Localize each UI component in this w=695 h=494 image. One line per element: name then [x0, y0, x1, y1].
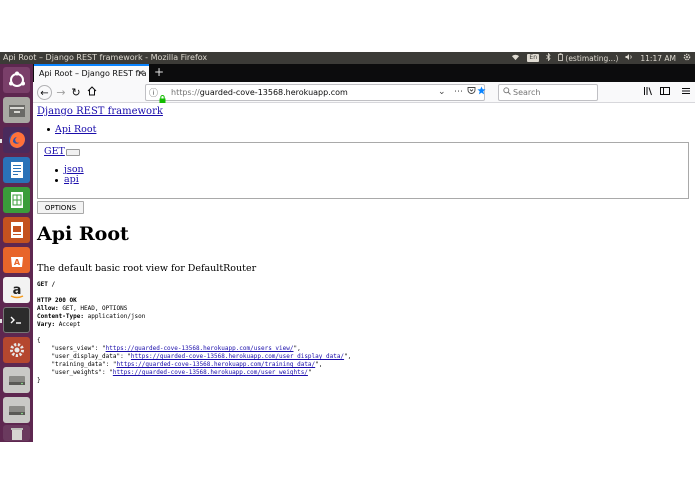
power-gear-icon[interactable] [683, 53, 691, 63]
request-line: GET / [37, 281, 56, 288]
site-info-icon[interactable]: ⓘ [149, 86, 158, 99]
brand-link[interactable]: Django REST framework [37, 106, 163, 117]
bookmark-star-icon[interactable] [477, 86, 486, 98]
page-content: Django REST framework Api Root GET json … [33, 103, 695, 442]
battery-status: (estimating...) [565, 54, 619, 63]
tab-api-root[interactable]: Api Root – Django REST fra × [34, 64, 149, 82]
settings-icon[interactable] [3, 337, 30, 363]
json-key: "training_data": " [37, 361, 117, 368]
unity-launcher: A a [0, 64, 33, 442]
navigation-toolbar: ← → ↻ ⓘ https://guarded-cove-13568.herok… [33, 82, 695, 103]
writer-icon[interactable] [3, 157, 30, 183]
back-button[interactable]: ← [37, 85, 52, 100]
terminal-icon[interactable] [3, 307, 30, 333]
tab-strip: Api Root – Django REST fra × + [33, 64, 695, 82]
header-name: Allow: [37, 305, 59, 312]
amazon-icon[interactable]: a [3, 277, 30, 303]
close-tab-icon[interactable]: × [137, 68, 145, 79]
forward-button[interactable]: → [55, 85, 67, 100]
wifi-icon[interactable] [511, 53, 520, 63]
clock[interactable]: 11:17 AM [640, 54, 676, 63]
volume-icon[interactable] [625, 53, 633, 63]
format-dropdown-button[interactable] [66, 149, 80, 156]
ubuntu-dash-icon[interactable] [3, 67, 30, 93]
back-arrow-icon: ← [40, 88, 49, 99]
json-url-link[interactable]: https://guarded-cove-13568.herokuapp.com… [113, 369, 308, 376]
drive-icon[interactable] [3, 367, 30, 393]
reload-icon: ↻ [71, 86, 81, 99]
system-tray: En (estimating...) 11:17 AM [511, 52, 691, 64]
sidebar-icon[interactable] [660, 86, 670, 99]
json-url-link[interactable]: https://guarded-cove-13568.herokuapp.com… [116, 361, 315, 368]
hamburger-menu-icon[interactable] [681, 86, 691, 99]
files-icon[interactable] [3, 97, 30, 123]
tab-title: Api Root – Django REST fra [39, 69, 147, 78]
get-link[interactable]: GET [44, 146, 65, 157]
json-key: "users_view": " [37, 345, 106, 352]
battery-indicator[interactable]: (estimating...) [558, 53, 618, 63]
header-value: Accept [58, 321, 81, 328]
json-open-brace: { [37, 337, 41, 344]
home-button[interactable] [86, 85, 98, 100]
header-value: GET, HEAD, OPTIONS [62, 305, 128, 312]
page-title: Api Root [37, 223, 129, 245]
format-list: json api [55, 165, 84, 185]
svg-text:a: a [12, 283, 21, 298]
json-tail: ", [344, 353, 352, 360]
list-item: api [55, 175, 84, 185]
response-block: GET / HTTP 200 OK Allow: GET, HEAD, OPTI… [37, 281, 351, 385]
svg-text:A: A [13, 258, 20, 267]
url-text: https://guarded-cove-13568.herokuapp.com [171, 88, 348, 97]
json-tail: " [307, 369, 312, 376]
json-tail: ", [315, 361, 323, 368]
drive-icon[interactable] [3, 397, 30, 423]
new-tab-button[interactable]: + [152, 64, 166, 82]
search-input[interactable] [513, 87, 593, 98]
options-button[interactable]: OPTIONS [37, 201, 84, 214]
bluetooth-icon[interactable] [546, 52, 551, 63]
search-icon [503, 87, 511, 97]
running-indicator [0, 319, 2, 323]
json-close-brace: } [37, 377, 41, 384]
pocket-icon[interactable] [467, 86, 476, 98]
home-icon [87, 86, 97, 99]
system-top-panel: Api Root – Django REST framework - Mozil… [0, 52, 695, 64]
json-tail: ", [293, 345, 301, 352]
json-url-link[interactable]: https://guarded-cove-13568.herokuapp.com… [106, 345, 294, 352]
search-bar[interactable] [498, 84, 598, 101]
calc-icon[interactable] [3, 187, 30, 213]
json-url-link[interactable]: https://guarded-cove-13568.herokuapp.com… [131, 353, 344, 360]
response-status: HTTP 200 OK [37, 297, 77, 304]
format-api-link[interactable]: api [64, 174, 79, 185]
breadcrumb: Api Root [47, 124, 96, 135]
impress-icon[interactable] [3, 217, 30, 243]
header-value: application/json [87, 313, 146, 320]
page-description: The default basic root view for DefaultR… [37, 263, 257, 274]
header-name: Vary: [37, 321, 56, 328]
keyboard-layout-indicator[interactable]: En [527, 54, 539, 62]
lock-icon[interactable] [159, 88, 166, 103]
reload-button[interactable]: ↻ [70, 85, 82, 100]
firefox-icon[interactable] [3, 127, 30, 153]
forward-arrow-icon: → [56, 86, 66, 99]
breadcrumb-api-root[interactable]: Api Root [55, 124, 96, 135]
url-bar[interactable]: ⓘ https://guarded-cove-13568.herokuapp.c… [145, 84, 486, 103]
running-indicator [0, 139, 2, 143]
bullet-icon [47, 128, 50, 131]
header-name: Content-Type: [37, 313, 84, 320]
library-icon[interactable] [643, 86, 653, 99]
json-key: "user_weights": " [37, 369, 113, 376]
window-title: Api Root – Django REST framework - Mozil… [3, 53, 208, 62]
chevron-down-icon[interactable]: ⌄ [438, 87, 446, 97]
software-center-icon[interactable]: A [3, 247, 30, 273]
json-key: "user_display_data": " [37, 353, 131, 360]
format-selector-box: GET json api [37, 142, 689, 199]
trash-icon[interactable] [3, 425, 30, 441]
page-actions-icon[interactable]: ⋯ [454, 87, 463, 97]
